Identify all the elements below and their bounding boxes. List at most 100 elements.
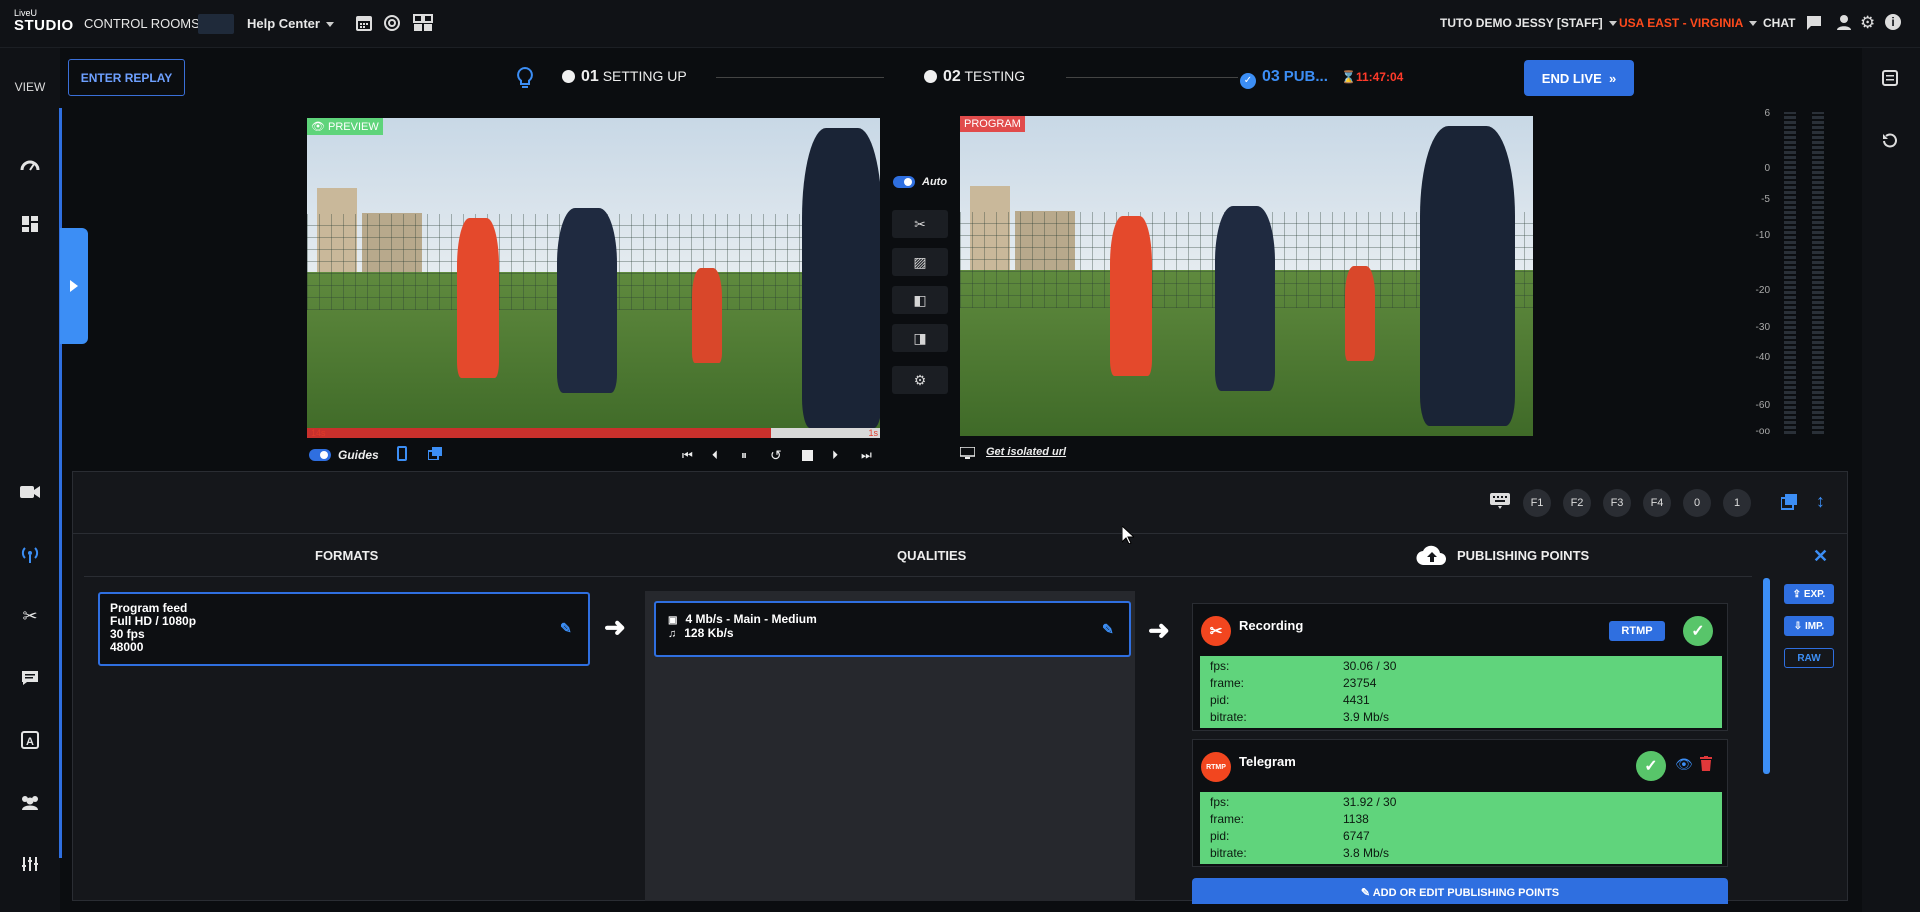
dashboard-gauge-icon[interactable]: [18, 152, 42, 176]
step-back-icon[interactable]: ⏴: [712, 448, 718, 463]
user-icon[interactable]: [1836, 14, 1852, 30]
replay-progress-fill: [307, 428, 772, 438]
audio-meter-tick: -60: [1755, 400, 1770, 411]
audio-meter-tick: 6: [1764, 108, 1770, 119]
copy-panels-icon[interactable]: [1780, 494, 1797, 510]
export-button[interactable]: ⇪ EXP.: [1784, 584, 1834, 604]
text-overlay-icon[interactable]: A: [18, 728, 42, 752]
stat-label: frame:: [1210, 812, 1245, 826]
format-card[interactable]: Program feed Full HD / 1080p 30 fps 4800…: [98, 592, 590, 666]
region-name: USA EAST - VIRGINIA: [1619, 16, 1744, 30]
key-f1[interactable]: F1: [1523, 489, 1551, 517]
left-sidebar: VIEW ✂ A: [0, 48, 62, 912]
help-center-label: Help Center: [247, 16, 320, 31]
keyboard-icon[interactable]: [1490, 493, 1510, 509]
audio-mixer-sliders-icon[interactable]: [18, 852, 42, 876]
chat-link[interactable]: CHAT: [1763, 16, 1795, 30]
edit-pencil-icon[interactable]: ✎: [560, 621, 572, 635]
preview-monitor[interactable]: 👁 PREVIEW 14s 1s: [307, 118, 880, 438]
publishing-point-telegram[interactable]: RTMP Telegram ✓ 👁 fps: 31.92 / 30 frame: 1…: [1192, 739, 1728, 867]
info-icon[interactable]: i: [1885, 14, 1901, 30]
mobile-guide-icon[interactable]: [397, 446, 407, 461]
calendar-icon[interactable]: [355, 14, 373, 32]
status-ok-check-icon: ✓: [1636, 751, 1666, 781]
hourglass-icon: ⌛: [1341, 70, 1356, 84]
sidebar-drawer-toggle[interactable]: [60, 228, 88, 344]
gear-icon[interactable]: ⚙: [1860, 14, 1877, 31]
broadcast-antenna-icon[interactable]: [18, 542, 42, 566]
end-live-button[interactable]: END LIVE »: [1524, 60, 1634, 96]
scissors-icon[interactable]: ✂: [18, 604, 42, 628]
control-rooms-link[interactable]: CONTROL ROOMS: [84, 16, 200, 31]
rtmp-badge: RTMP: [1609, 621, 1665, 641]
eye-icon[interactable]: 👁: [1675, 756, 1693, 773]
trash-icon[interactable]: [1700, 756, 1712, 771]
close-icon[interactable]: ✕: [1813, 546, 1828, 567]
publishing-scrollbar[interactable]: [1763, 578, 1770, 774]
stat-value: 1138: [1343, 812, 1369, 826]
lightbulb-icon[interactable]: [516, 66, 534, 90]
step-testing[interactable]: 02 TESTING: [924, 68, 1025, 86]
step-setting-up[interactable]: 01 SETTING UP: [562, 68, 687, 86]
step-dot-icon: [924, 70, 937, 83]
stat-label: fps:: [1210, 659, 1230, 673]
raw-button[interactable]: RAW: [1784, 648, 1834, 668]
step-forward-icon[interactable]: ⏵: [832, 448, 838, 463]
export-label: EXP.: [1803, 588, 1826, 600]
program-monitor[interactable]: PROGRAM: [960, 116, 1533, 436]
format-line-4: 48000: [110, 640, 144, 654]
video-frame-person: [692, 268, 722, 363]
add-publishing-points-button[interactable]: ✎ ADD OR EDIT PUBLISHING POINTS: [1192, 878, 1728, 904]
transition-settings-button[interactable]: ⚙: [892, 366, 948, 394]
studio-thumbnail: [198, 14, 234, 34]
resize-vertical-icon[interactable]: ↕: [1816, 491, 1825, 512]
guides-toggle[interactable]: [309, 449, 331, 461]
layouts-icon[interactable]: [18, 212, 42, 236]
camera-icon[interactable]: [18, 480, 42, 504]
publishing-point-name: Recording: [1239, 618, 1304, 633]
key-f4[interactable]: F4: [1643, 489, 1671, 517]
publishing-point-recording[interactable]: ✂ Recording RTMP ✓ fps: 30.06 / 30 frame:…: [1192, 603, 1728, 731]
isolated-url-link[interactable]: Get isolated url: [986, 446, 1066, 458]
view-label[interactable]: VIEW: [0, 80, 60, 94]
enter-replay-button[interactable]: ENTER REPLAY: [68, 59, 185, 96]
transition-mix-button[interactable]: ◨: [892, 324, 948, 352]
transition-cut-button[interactable]: ✂: [892, 210, 948, 238]
skip-to-start-icon[interactable]: ⏮: [682, 448, 693, 463]
help-center-menu[interactable]: Help Center: [247, 16, 334, 31]
pause-icon[interactable]: ⏸: [741, 448, 747, 463]
import-button[interactable]: ⇩ IMP.: [1784, 616, 1834, 636]
stat-value: 3.9 Mb/s: [1343, 710, 1390, 724]
user-menu[interactable]: TUTO DEMO JESSY [STAFF]: [1440, 16, 1617, 30]
key-f3[interactable]: F3: [1603, 489, 1631, 517]
transition-wipe-button[interactable]: ▨: [892, 248, 948, 276]
logo-main-text: STUDIO: [14, 17, 74, 34]
panel-list-icon[interactable]: [1882, 70, 1898, 86]
overlay-copy-icon[interactable]: [427, 447, 442, 461]
quality-card[interactable]: ▣ 4 Mb/s - Main - Medium ♫ 128 Kb/s ✎: [654, 601, 1131, 657]
step-publishing[interactable]: ✓ 03 PUB...: [1240, 68, 1328, 89]
key-1[interactable]: 1: [1723, 489, 1751, 517]
stop-icon[interactable]: [802, 450, 813, 461]
chat-bubble-icon[interactable]: [1806, 15, 1822, 31]
region-menu[interactable]: USA EAST - VIRGINIA: [1619, 16, 1758, 30]
caption-message-icon[interactable]: [18, 666, 42, 690]
guests-users-icon[interactable]: [18, 790, 42, 814]
key-0[interactable]: 0: [1683, 489, 1711, 517]
auto-transition-toggle[interactable]: [893, 176, 915, 188]
qualities-header: QUALITIES: [897, 548, 967, 563]
layout-grid-icon[interactable]: [413, 14, 433, 32]
upload-icon: ⇪: [1792, 588, 1802, 600]
key-f2[interactable]: F2: [1563, 489, 1591, 517]
music-note-icon: ♫: [668, 628, 677, 640]
support-lifebuoy-icon[interactable]: [383, 14, 401, 32]
history-undo-icon[interactable]: [1882, 132, 1898, 148]
skip-to-end-icon[interactable]: ⏭: [861, 448, 872, 463]
edit-pencil-icon[interactable]: ✎: [1102, 621, 1114, 638]
transition-fade-button[interactable]: ◧: [892, 286, 948, 314]
liveu-studio-logo[interactable]: LiveU STUDIO: [14, 9, 73, 39]
replay-loop-icon[interactable]: ↺: [770, 447, 782, 464]
audio-meter-tick: -oo: [1755, 426, 1770, 437]
stat-label: pid:: [1210, 693, 1230, 707]
replay-progress-track[interactable]: [307, 428, 880, 438]
